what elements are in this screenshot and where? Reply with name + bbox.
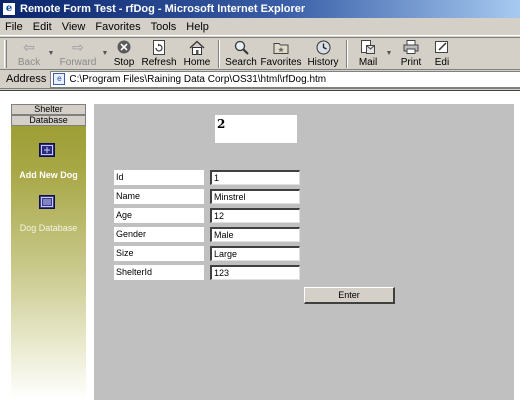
menu-bar: File Edit View Favorites Tools Help xyxy=(0,18,520,36)
edit-label: Edi xyxy=(434,57,450,68)
edit-icon xyxy=(433,39,451,55)
toolbar-separator xyxy=(346,40,348,68)
stop-label: Stop xyxy=(113,57,135,68)
sidebar-tab-database[interactable]: Database xyxy=(11,115,86,126)
sidebar: Shelter Database Add New Dog Dog Databas… xyxy=(11,104,86,400)
add-dog-icon[interactable] xyxy=(39,143,55,157)
forward-button[interactable]: ⇨ Forward xyxy=(55,38,101,69)
field-input-gender[interactable]: Male xyxy=(210,227,300,242)
sidebar-tab-shelter[interactable]: Shelter xyxy=(11,104,86,115)
menu-favorites[interactable]: Favorites xyxy=(90,21,145,33)
home-label: Home xyxy=(183,57,211,68)
mail-button[interactable]: Mail xyxy=(351,38,385,69)
toolbar-separator xyxy=(218,40,220,68)
window-title-bar: e Remote Form Test - rfDog - Microsoft I… xyxy=(0,0,520,18)
history-label: History xyxy=(307,57,339,68)
enter-button[interactable]: Enter xyxy=(304,287,395,304)
menu-tools[interactable]: Tools xyxy=(146,21,182,33)
window-title: Remote Form Test - rfDog - Microsoft Int… xyxy=(20,3,306,15)
menu-help[interactable]: Help xyxy=(181,21,214,33)
search-label: Search xyxy=(225,57,257,68)
mail-label: Mail xyxy=(358,57,378,68)
address-bar: Address e C:\Program Files\Raining Data … xyxy=(0,70,520,89)
menu-view[interactable]: View xyxy=(57,21,91,33)
refresh-button[interactable]: Refresh xyxy=(139,38,179,69)
field-label-age: Age xyxy=(114,208,204,223)
favorites-label: Favorites xyxy=(260,57,302,68)
search-icon xyxy=(232,39,250,55)
history-globe-icon xyxy=(314,39,332,55)
back-dropdown-arrow-icon[interactable]: ▼ xyxy=(47,50,55,57)
edit-button[interactable]: Edi xyxy=(429,38,455,69)
field-label-name: Name xyxy=(114,189,204,204)
field-label-shelterid: ShelterId xyxy=(114,265,204,280)
sidebar-link-add-new-dog[interactable]: Add New Dog xyxy=(11,170,86,180)
menu-file[interactable]: File xyxy=(0,21,28,33)
standard-toolbar: ⇦ Back ▼ ⇨ Forward ▼ Stop Refresh Home S… xyxy=(0,37,520,70)
back-label: Back xyxy=(17,57,41,68)
home-icon xyxy=(188,39,206,55)
mail-dropdown-arrow-icon[interactable]: ▼ xyxy=(385,50,393,57)
print-label: Print xyxy=(400,57,422,68)
forward-label: Forward xyxy=(59,57,97,68)
field-input-size[interactable]: Large xyxy=(210,246,300,261)
stop-button[interactable]: Stop xyxy=(109,38,139,69)
sidebar-link-dog-database[interactable]: Dog Database xyxy=(11,223,86,233)
forward-arrow-icon: ⇨ xyxy=(72,39,84,55)
field-input-id[interactable]: 1 xyxy=(210,170,300,185)
dog-form-panel: 2 Id 1 Name Minstrel Age 12 Gender Male … xyxy=(94,104,514,400)
address-input[interactable]: e C:\Program Files\Raining Data Corp\OS3… xyxy=(50,70,520,88)
refresh-icon xyxy=(150,39,168,55)
field-label-size: Size xyxy=(114,246,204,261)
stop-icon xyxy=(115,39,133,55)
record-number: 2 xyxy=(215,115,297,143)
home-button[interactable]: Home xyxy=(179,38,215,69)
field-label-id: Id xyxy=(114,170,204,185)
search-button[interactable]: Search xyxy=(223,38,259,69)
printer-icon xyxy=(402,39,420,55)
page-viewport: Shelter Database Add New Dog Dog Databas… xyxy=(0,90,520,403)
address-url: C:\Program Files\Raining Data Corp\OS31\… xyxy=(69,73,327,85)
field-input-name[interactable]: Minstrel xyxy=(210,189,300,204)
field-input-shelterid[interactable]: 123 xyxy=(210,265,300,280)
dog-database-icon[interactable] xyxy=(39,195,55,209)
back-arrow-icon: ⇦ xyxy=(23,39,35,55)
forward-dropdown-arrow-icon[interactable]: ▼ xyxy=(101,50,109,57)
toolbar-grip[interactable] xyxy=(4,40,7,68)
favorites-folder-icon xyxy=(272,39,290,55)
history-button[interactable]: History xyxy=(303,38,343,69)
back-button[interactable]: ⇦ Back xyxy=(11,38,47,69)
menu-edit[interactable]: Edit xyxy=(28,21,57,33)
mail-icon xyxy=(359,39,377,55)
page-icon: e xyxy=(53,73,66,85)
address-label: Address xyxy=(6,73,47,85)
refresh-label: Refresh xyxy=(141,57,177,68)
field-input-age[interactable]: 12 xyxy=(210,208,300,223)
field-label-gender: Gender xyxy=(114,227,204,242)
print-button[interactable]: Print xyxy=(393,38,429,69)
favorites-button[interactable]: Favorites xyxy=(259,38,303,69)
browser-logo-icon: e xyxy=(2,2,16,16)
